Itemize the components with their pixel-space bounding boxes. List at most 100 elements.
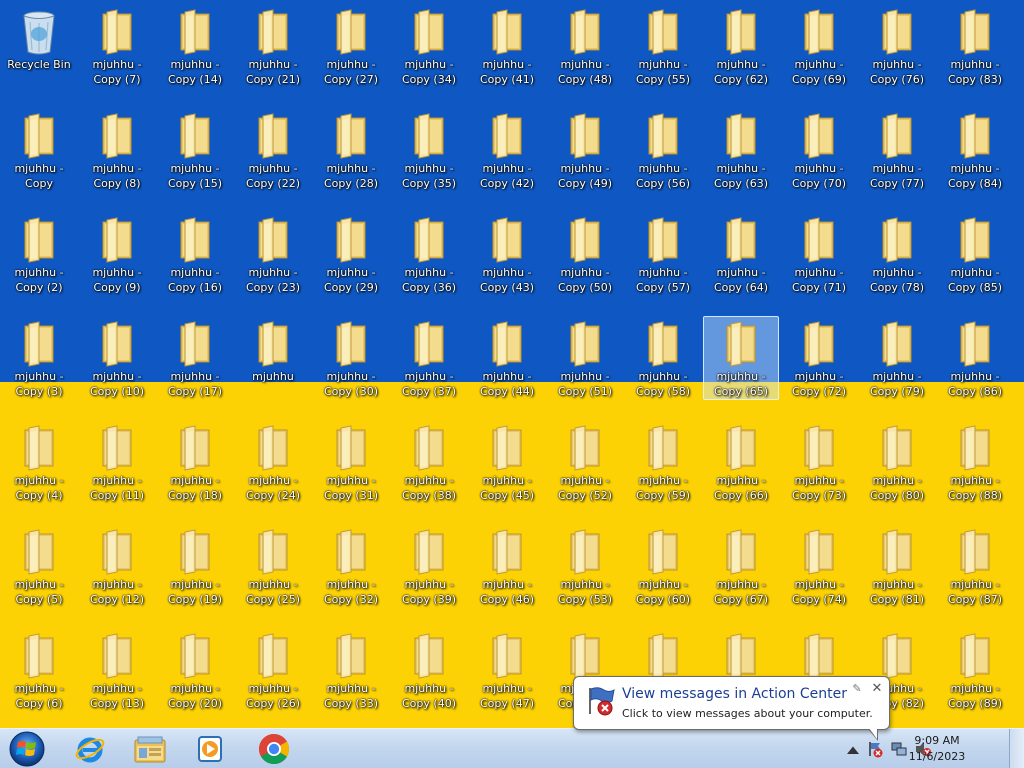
folder-desktop-icon[interactable]: mjuhhu - Copy (48) bbox=[547, 4, 623, 88]
folder-desktop-icon[interactable]: mjuhhu - Copy (42) bbox=[469, 108, 545, 192]
balloon-title[interactable]: View messages in Action Center bbox=[622, 686, 847, 702]
show-desktop-button[interactable] bbox=[1009, 729, 1024, 768]
folder-desktop-icon[interactable]: mjuhhu - Copy (73) bbox=[781, 420, 857, 504]
show-hidden-icons-icon[interactable] bbox=[844, 742, 862, 760]
folder-desktop-icon[interactable]: mjuhhu - Copy (72) bbox=[781, 316, 857, 400]
folder-desktop-icon[interactable]: mjuhhu - Copy (69) bbox=[781, 4, 857, 88]
folder-desktop-icon[interactable]: mjuhhu - Copy (66) bbox=[703, 420, 779, 504]
folder-desktop-icon[interactable]: mjuhhu - Copy (25) bbox=[235, 524, 311, 608]
folder-desktop-icon[interactable]: mjuhhu - Copy (80) bbox=[859, 420, 935, 504]
folder-desktop-icon[interactable]: mjuhhu - Copy (2) bbox=[1, 212, 77, 296]
folder-desktop-icon[interactable]: mjuhhu - Copy (29) bbox=[313, 212, 389, 296]
folder-desktop-icon[interactable]: mjuhhu - Copy (56) bbox=[625, 108, 701, 192]
folder-desktop-icon[interactable]: mjuhhu - Copy (24) bbox=[235, 420, 311, 504]
folder-desktop-icon[interactable]: mjuhhu - Copy (44) bbox=[469, 316, 545, 400]
folder-desktop-icon[interactable]: mjuhhu - Copy (26) bbox=[235, 628, 311, 712]
folder-desktop-icon[interactable]: mjuhhu - Copy (60) bbox=[625, 524, 701, 608]
folder-desktop-icon[interactable]: mjuhhu - Copy (83) bbox=[937, 4, 1013, 88]
balloon-text[interactable]: Click to view messages about your comput… bbox=[622, 707, 873, 720]
folder-desktop-icon[interactable]: mjuhhu - Copy (45) bbox=[469, 420, 545, 504]
folder-desktop-icon[interactable]: mjuhhu - Copy (41) bbox=[469, 4, 545, 88]
folder-desktop-icon[interactable]: mjuhhu - Copy (6) bbox=[1, 628, 77, 712]
folder-desktop-icon[interactable]: mjuhhu - Copy (67) bbox=[703, 524, 779, 608]
folder-desktop-icon[interactable]: mjuhhu - Copy (52) bbox=[547, 420, 623, 504]
folder-desktop-icon[interactable]: mjuhhu - Copy (78) bbox=[859, 212, 935, 296]
folder-desktop-icon[interactable]: mjuhhu - Copy (64) bbox=[703, 212, 779, 296]
folder-desktop-icon[interactable]: mjuhhu - Copy (38) bbox=[391, 420, 467, 504]
folder-desktop-icon[interactable]: mjuhhu - Copy (8) bbox=[79, 108, 155, 192]
folder-desktop-icon[interactable]: mjuhhu - Copy (49) bbox=[547, 108, 623, 192]
desktop[interactable]: Recycle Bin mjuhhu - Copy mjuhhu - Copy (2… bbox=[0, 0, 1024, 728]
chrome-button[interactable] bbox=[246, 731, 302, 767]
tray-clock[interactable]: 9:09 AM 11/6/2023 bbox=[902, 733, 972, 765]
folder-desktop-icon[interactable]: mjuhhu - Copy (21) bbox=[235, 4, 311, 88]
folder-desktop-icon[interactable]: mjuhhu - Copy (19) bbox=[157, 524, 233, 608]
folder-desktop-icon[interactable]: mjuhhu - Copy (7) bbox=[79, 4, 155, 88]
action-center-balloon[interactable]: View messages in Action Center Click to … bbox=[573, 676, 890, 741]
folder-desktop-icon[interactable]: mjuhhu - Copy (37) bbox=[391, 316, 467, 400]
folder-desktop-icon[interactable]: mjuhhu - Copy (55) bbox=[625, 4, 701, 88]
folder-desktop-icon[interactable]: mjuhhu - Copy (51) bbox=[547, 316, 623, 400]
folder-desktop-icon[interactable]: mjuhhu bbox=[235, 316, 311, 400]
folder-desktop-icon[interactable]: mjuhhu - Copy (74) bbox=[781, 524, 857, 608]
folder-desktop-icon[interactable]: mjuhhu - Copy (81) bbox=[859, 524, 935, 608]
start-button[interactable] bbox=[6, 731, 48, 767]
folder-desktop-icon[interactable]: mjuhhu - Copy (76) bbox=[859, 4, 935, 88]
folder-desktop-icon[interactable]: mjuhhu - Copy (27) bbox=[313, 4, 389, 88]
folder-desktop-icon[interactable]: mjuhhu - Copy (84) bbox=[937, 108, 1013, 192]
folder-desktop-icon[interactable]: mjuhhu - Copy (65) bbox=[703, 316, 779, 400]
folder-desktop-icon[interactable]: mjuhhu - Copy (77) bbox=[859, 108, 935, 192]
folder-desktop-icon[interactable]: mjuhhu - Copy (71) bbox=[781, 212, 857, 296]
media-player-button[interactable] bbox=[182, 731, 238, 767]
folder-desktop-icon[interactable]: mjuhhu - Copy (53) bbox=[547, 524, 623, 608]
folder-desktop-icon[interactable]: mjuhhu - Copy (28) bbox=[313, 108, 389, 192]
folder-desktop-icon[interactable]: mjuhhu - Copy (50) bbox=[547, 212, 623, 296]
folder-desktop-icon[interactable]: mjuhhu - Copy (40) bbox=[391, 628, 467, 712]
balloon-options-icon[interactable]: ✎ bbox=[851, 683, 863, 695]
folder-desktop-icon[interactable]: mjuhhu - Copy (33) bbox=[313, 628, 389, 712]
folder-desktop-icon[interactable]: mjuhhu - Copy bbox=[1, 108, 77, 192]
folder-desktop-icon[interactable]: mjuhhu - Copy (14) bbox=[157, 4, 233, 88]
folder-desktop-icon[interactable]: mjuhhu - Copy (59) bbox=[625, 420, 701, 504]
folder-desktop-icon[interactable]: mjuhhu - Copy (70) bbox=[781, 108, 857, 192]
folder-desktop-icon[interactable]: mjuhhu - Copy (86) bbox=[937, 316, 1013, 400]
folder-desktop-icon[interactable]: mjuhhu - Copy (22) bbox=[235, 108, 311, 192]
file-explorer-button[interactable] bbox=[122, 731, 178, 767]
folder-desktop-icon[interactable]: mjuhhu - Copy (10) bbox=[79, 316, 155, 400]
folder-desktop-icon[interactable]: mjuhhu - Copy (31) bbox=[313, 420, 389, 504]
folder-desktop-icon[interactable]: mjuhhu - Copy (23) bbox=[235, 212, 311, 296]
folder-desktop-icon[interactable]: mjuhhu - Copy (20) bbox=[157, 628, 233, 712]
folder-desktop-icon[interactable]: mjuhhu - Copy (87) bbox=[937, 524, 1013, 608]
folder-desktop-icon[interactable]: mjuhhu - Copy (16) bbox=[157, 212, 233, 296]
folder-desktop-icon[interactable]: mjuhhu - Copy (17) bbox=[157, 316, 233, 400]
balloon-close-button[interactable]: ✕ bbox=[871, 682, 883, 695]
folder-desktop-icon[interactable]: mjuhhu - Copy (5) bbox=[1, 524, 77, 608]
folder-desktop-icon[interactable]: mjuhhu - Copy (9) bbox=[79, 212, 155, 296]
folder-desktop-icon[interactable]: mjuhhu - Copy (58) bbox=[625, 316, 701, 400]
folder-desktop-icon[interactable]: mjuhhu - Copy (57) bbox=[625, 212, 701, 296]
folder-desktop-icon[interactable]: mjuhhu - Copy (79) bbox=[859, 316, 935, 400]
folder-desktop-icon[interactable]: mjuhhu - Copy (39) bbox=[391, 524, 467, 608]
folder-desktop-icon[interactable]: mjuhhu - Copy (4) bbox=[1, 420, 77, 504]
folder-desktop-icon[interactable]: mjuhhu - Copy (3) bbox=[1, 316, 77, 400]
folder-desktop-icon[interactable]: mjuhhu - Copy (46) bbox=[469, 524, 545, 608]
folder-desktop-icon[interactable]: mjuhhu - Copy (63) bbox=[703, 108, 779, 192]
folder-desktop-icon[interactable]: mjuhhu - Copy (89) bbox=[937, 628, 1013, 712]
folder-desktop-icon[interactable]: mjuhhu - Copy (11) bbox=[79, 420, 155, 504]
folder-desktop-icon[interactable]: mjuhhu - Copy (62) bbox=[703, 4, 779, 88]
folder-desktop-icon[interactable]: mjuhhu - Copy (47) bbox=[469, 628, 545, 712]
folder-desktop-icon[interactable]: mjuhhu - Copy (34) bbox=[391, 4, 467, 88]
folder-desktop-icon[interactable]: mjuhhu - Copy (36) bbox=[391, 212, 467, 296]
folder-desktop-icon[interactable]: mjuhhu - Copy (85) bbox=[937, 212, 1013, 296]
folder-desktop-icon[interactable]: mjuhhu - Copy (15) bbox=[157, 108, 233, 192]
folder-desktop-icon[interactable]: mjuhhu - Copy (43) bbox=[469, 212, 545, 296]
folder-desktop-icon[interactable]: mjuhhu - Copy (18) bbox=[157, 420, 233, 504]
action-center-icon[interactable] bbox=[866, 740, 884, 758]
folder-desktop-icon[interactable]: mjuhhu - Copy (30) bbox=[313, 316, 389, 400]
folder-desktop-icon[interactable]: mjuhhu - Copy (12) bbox=[79, 524, 155, 608]
internet-explorer-button[interactable] bbox=[62, 731, 118, 767]
folder-desktop-icon[interactable]: mjuhhu - Copy (13) bbox=[79, 628, 155, 712]
recycle-bin-desktop-icon[interactable]: Recycle Bin bbox=[1, 4, 77, 88]
folder-desktop-icon[interactable]: mjuhhu - Copy (35) bbox=[391, 108, 467, 192]
folder-desktop-icon[interactable]: mjuhhu - Copy (32) bbox=[313, 524, 389, 608]
